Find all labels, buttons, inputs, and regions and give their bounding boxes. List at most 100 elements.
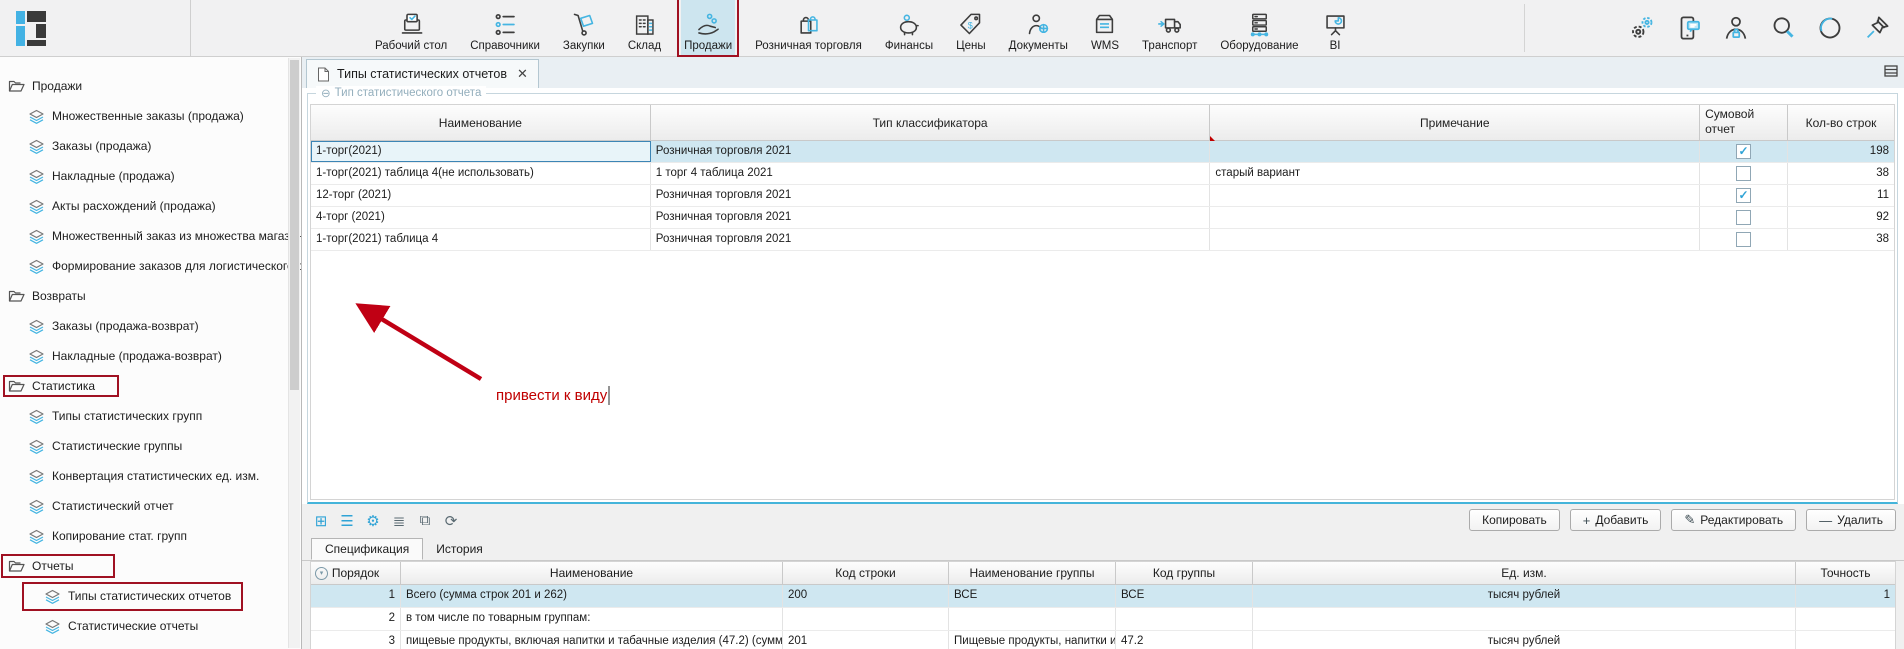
toolbar-item-equipment[interactable]: Оборудование [1217, 0, 1301, 56]
toolbar-item-finance[interactable]: Финансы [882, 0, 936, 56]
delete-button[interactable]: —Удалить [1806, 509, 1896, 531]
column-header-group-name[interactable]: Наименование группы [949, 562, 1116, 584]
grid-settings-gear-icon[interactable]: ⚙ [363, 511, 383, 531]
column-header-group-code[interactable]: Код группы [1116, 562, 1253, 584]
sidebar-item-stat-gruppy[interactable]: Статистические группы [0, 431, 301, 461]
add-button[interactable]: +Добавить [1570, 509, 1662, 531]
column-header-order[interactable]: ▾Порядок [311, 562, 401, 584]
user-lock-icon[interactable] [1721, 13, 1751, 43]
filter-icon[interactable]: ☰ [337, 511, 357, 531]
cell-classifier[interactable]: Розничная торговля 2021 [651, 229, 1211, 250]
column-header-sum[interactable]: Сумовой отчет [1700, 105, 1788, 140]
cell-order[interactable]: 1 [311, 585, 401, 607]
toolbar-item-transport[interactable]: Транспорт [1139, 0, 1200, 56]
cell-unit[interactable]: тысяч рублей [1253, 631, 1796, 649]
sidebar-item-prodazhi[interactable]: Продажи [0, 71, 301, 101]
refresh-icon[interactable]: ⟳ [441, 511, 461, 531]
cell-note[interactable] [1210, 207, 1700, 228]
cell-count[interactable]: 92 [1788, 207, 1894, 228]
cell-row-code[interactable]: 200 [783, 585, 949, 607]
sidebar-item-zakazy-prodazha[interactable]: Заказы (продажа) [0, 131, 301, 161]
edit-button[interactable]: ✎Редактировать [1671, 509, 1796, 531]
pin-icon[interactable] [1862, 13, 1892, 43]
cell-group-code[interactable]: ВСЕ [1116, 585, 1253, 607]
sum-checkbox[interactable]: ✓ [1736, 188, 1751, 203]
search-icon[interactable] [1768, 13, 1798, 43]
collapse-circle-icon[interactable]: ▾ [315, 567, 328, 580]
grid-view-icon[interactable]: ⊞ [311, 511, 331, 531]
phone-chat-icon[interactable] [1674, 13, 1704, 43]
spec-row[interactable]: 3 пищевые продукты, включая напитки и та… [311, 631, 1895, 649]
toolbar-item-wms[interactable]: WMS [1088, 0, 1122, 56]
tab-close-icon[interactable]: ✕ [517, 66, 528, 82]
cell-name[interactable]: 1-торг(2021) [311, 141, 651, 162]
table-row[interactable]: 1-торг(2021) таблица 4 Розничная торговл… [311, 229, 1894, 251]
cell-note[interactable]: старый вариант [1210, 163, 1700, 184]
sidebar-item-mnozh-zakaz-magaziny[interactable]: Множественный заказ из множества магазин [0, 221, 301, 251]
clock-icon[interactable] [1815, 13, 1845, 43]
cell-count[interactable]: 11 [1788, 185, 1894, 206]
cell-classifier[interactable]: Розничная торговля 2021 [651, 141, 1211, 162]
sidebar-scrollbar[interactable] [288, 58, 300, 648]
cell-group-code[interactable] [1116, 608, 1253, 630]
sidebar-item-tipy-stat-otchetov[interactable]: Типы статистических отчетов [0, 581, 301, 611]
table-row[interactable]: 4-торг (2021) Розничная торговля 2021 92 [311, 207, 1894, 229]
sidebar-item-otchety[interactable]: Отчеты [0, 551, 301, 581]
cell-order[interactable]: 2 [311, 608, 401, 630]
cell-group-code[interactable]: 47.2 [1116, 631, 1253, 649]
column-header-name[interactable]: Наименование [401, 562, 783, 584]
cell-name[interactable]: 1-торг(2021) таблица 4(не использовать) [311, 163, 651, 184]
copy-button[interactable]: Копировать [1469, 509, 1560, 531]
toolbar-item-retail[interactable]: Розничная торговля [752, 0, 865, 56]
cell-classifier[interactable]: 1 торг 4 таблица 2021 [651, 163, 1211, 184]
sidebar-item-statistika[interactable]: Статистика [0, 371, 301, 401]
tab-history[interactable]: История [423, 538, 496, 560]
sum-checkbox[interactable] [1736, 232, 1751, 247]
toolbar-item-purchases[interactable]: Закупки [560, 0, 608, 56]
column-header-precision[interactable]: Точность [1796, 562, 1895, 584]
cell-precision[interactable]: 1 [1796, 585, 1895, 607]
toolbar-item-prices[interactable]: $ Цены [953, 0, 989, 56]
table-row[interactable]: 1-торг(2021) таблица 4(не использовать) … [311, 163, 1894, 185]
cell-precision[interactable] [1796, 631, 1895, 649]
sidebar-item-mnozh-zakazy[interactable]: Множественные заказы (продажа) [0, 101, 301, 131]
cell-group-name[interactable] [949, 608, 1116, 630]
cell-classifier[interactable]: Розничная торговля 2021 [651, 207, 1211, 228]
column-header-row-code[interactable]: Код строки [783, 562, 949, 584]
cell-unit[interactable]: тысяч рублей [1253, 585, 1796, 607]
cell-note[interactable] [1210, 141, 1700, 162]
sidebar-scrollbar-thumb[interactable] [290, 60, 299, 390]
sidebar-item-zakazy-vozvrat[interactable]: Заказы (продажа-возврат) [0, 311, 301, 341]
toolbar-item-desktop[interactable]: Рабочий стол [372, 0, 450, 56]
sidebar-item-tipy-stat-grupp[interactable]: Типы статистических групп [0, 401, 301, 431]
cell-group-name[interactable]: Пищевые продукты, напитки и табачные изд… [949, 631, 1116, 649]
table-row[interactable]: 1-торг(2021) Розничная торговля 2021 ✓ 1… [311, 141, 1894, 163]
tab-specification[interactable]: Спецификация [311, 538, 423, 560]
sidebar-item-nakladnye-prodazha[interactable]: Накладные (продажа) [0, 161, 301, 191]
cell-note[interactable] [1210, 185, 1700, 206]
cell-count[interactable]: 38 [1788, 163, 1894, 184]
cell-classifier[interactable]: Розничная торговля 2021 [651, 185, 1211, 206]
sum-checkbox[interactable] [1736, 166, 1751, 181]
sidebar-item-stat-otchet[interactable]: Статистический отчет [0, 491, 301, 521]
spec-row[interactable]: 2 в том числе по товарным группам: [311, 608, 1895, 631]
sidebar-item-vozvraty[interactable]: Возвраты [0, 281, 301, 311]
cell-group-name[interactable]: ВСЕ [949, 585, 1116, 607]
cell-name[interactable]: в том числе по товарным группам: [401, 608, 783, 630]
column-header-classifier[interactable]: Тип классификатора [651, 105, 1211, 140]
toolbar-item-bi[interactable]: BI [1319, 0, 1352, 56]
collapse-icon[interactable]: ⊖ [321, 86, 331, 100]
tab-tipy-stat-otchetov[interactable]: Типы статистических отчетов ✕ [306, 59, 539, 88]
cell-row-code[interactable] [783, 608, 949, 630]
cell-name[interactable]: Всего (сумма строк 201 и 262) [401, 585, 783, 607]
sidebar-item-nakladnye-vozvrat[interactable]: Накладные (продажа-возврат) [0, 341, 301, 371]
cell-count[interactable]: 38 [1788, 229, 1894, 250]
sum-checkbox[interactable] [1736, 210, 1751, 225]
sidebar-item-stat-otchety[interactable]: Статистические отчеты [0, 611, 301, 641]
cell-name[interactable]: 1-торг(2021) таблица 4 [311, 229, 651, 250]
tab-strip-menu-icon[interactable] [1884, 65, 1898, 77]
cell-unit[interactable] [1253, 608, 1796, 630]
sum-checkbox[interactable]: ✓ [1736, 144, 1751, 159]
sidebar-item-formirovanie-zakazov[interactable]: Формирование заказов для логистического … [0, 251, 301, 281]
cell-count[interactable]: 198 [1788, 141, 1894, 162]
